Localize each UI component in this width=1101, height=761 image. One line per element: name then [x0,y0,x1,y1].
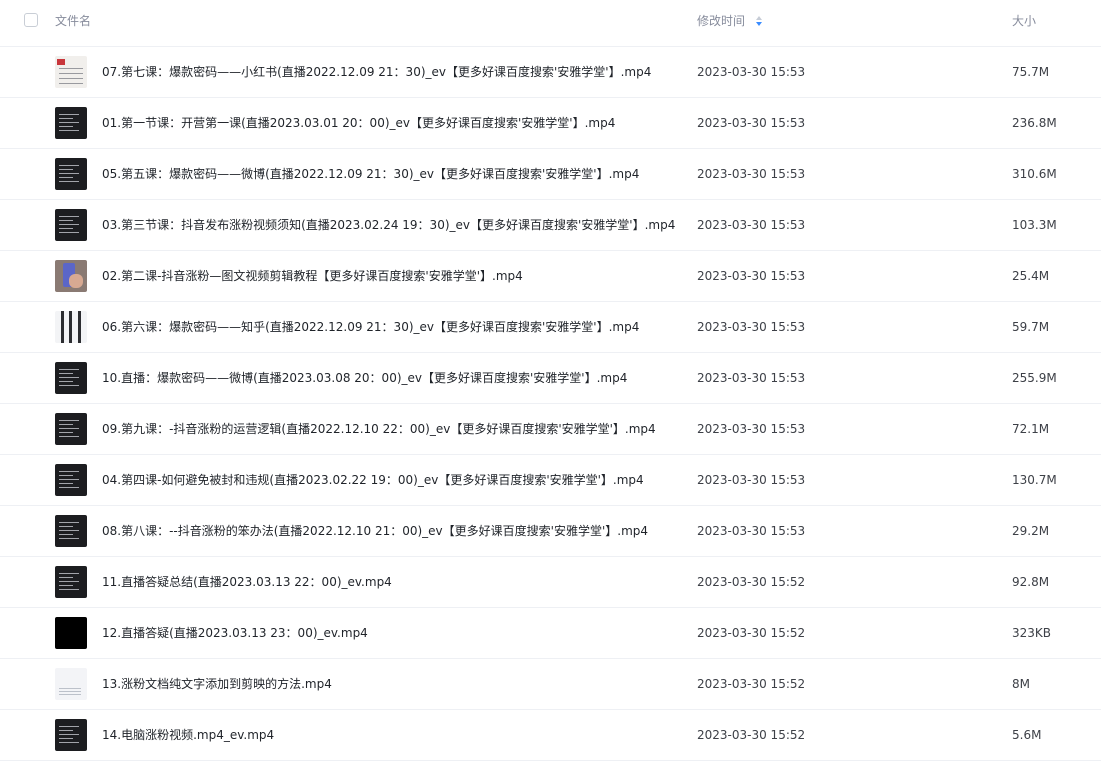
file-modified-time: 2023-03-30 15:52 [697,575,806,589]
video-thumbnail[interactable] [55,464,87,496]
file-name[interactable]: 03.第三节课：抖音发布涨粉视频须知(直播2023.02.24 19：30)_e… [102,217,675,233]
file-row[interactable]: 07.第七课：爆款密码——小红书(直播2022.12.09 21：30)_ev【… [0,47,1101,98]
file-size: 92.8M [1012,575,1050,589]
file-name[interactable]: 05.第五课：爆款密码——微博(直播2022.12.09 21：30)_ev【更… [102,166,639,182]
video-thumbnail[interactable] [55,56,87,88]
file-modified-time: 2023-03-30 15:53 [697,167,806,181]
file-name[interactable]: 08.第八课：--抖音涨粉的笨办法(直播2022.12.10 21：00)_ev… [102,523,648,539]
file-size: 25.4M [1012,269,1050,283]
file-size: 72.1M [1012,422,1050,436]
video-thumbnail[interactable] [55,311,87,343]
video-thumbnail[interactable] [55,566,87,598]
file-size: 236.8M [1012,116,1057,130]
video-thumbnail[interactable] [55,107,87,139]
video-thumbnail[interactable] [55,362,87,394]
file-row[interactable]: 08.第八课：--抖音涨粉的笨办法(直播2022.12.10 21：00)_ev… [0,506,1101,557]
file-modified-time: 2023-03-30 15:53 [697,473,806,487]
column-header-modified-time[interactable]: 修改时间 [697,14,745,28]
file-name[interactable]: 07.第七课：爆款密码——小红书(直播2022.12.09 21：30)_ev【… [102,64,651,80]
file-modified-time: 2023-03-30 15:53 [697,65,806,79]
file-row[interactable]: 11.直播答疑总结(直播2023.03.13 22：00)_ev.mp4 2023… [0,557,1101,608]
file-name[interactable]: 13.涨粉文档纯文字添加到剪映的方法.mp4 [102,676,332,692]
file-row[interactable]: 03.第三节课：抖音发布涨粉视频须知(直播2023.02.24 19：30)_e… [0,200,1101,251]
file-size: 323KB [1012,626,1052,640]
file-row[interactable]: 13.涨粉文档纯文字添加到剪映的方法.mp4 2023-03-30 15:52 8M [0,659,1101,710]
file-name[interactable]: 12.直播答疑(直播2023.03.13 23：00)_ev.mp4 [102,625,368,641]
file-modified-time: 2023-03-30 15:52 [697,677,806,691]
file-name[interactable]: 09.第九课：-抖音涨粉的运营逻辑(直播2022.12.10 22：00)_ev… [102,421,656,437]
file-list: 07.第七课：爆款密码——小红书(直播2022.12.09 21：30)_ev【… [0,47,1101,761]
video-thumbnail[interactable] [55,719,87,751]
column-header-size[interactable]: 大小 [1012,14,1036,28]
video-thumbnail[interactable] [55,668,87,700]
video-thumbnail[interactable] [55,413,87,445]
file-modified-time: 2023-03-30 15:53 [697,422,806,436]
file-modified-time: 2023-03-30 15:52 [697,626,806,640]
file-row[interactable]: 10.直播：爆款密码——微博(直播2023.03.08 20：00)_ev【更多… [0,353,1101,404]
file-name[interactable]: 02.第二课-抖音涨粉—图文视频剪辑教程【更多好课百度搜索'安雅学堂'】.mp4 [102,268,523,284]
file-name[interactable]: 01.第一节课：开营第一课(直播2023.03.01 20：00)_ev【更多好… [102,115,615,131]
file-size: 59.7M [1012,320,1050,334]
file-name[interactable]: 10.直播：爆款密码——微博(直播2023.03.08 20：00)_ev【更多… [102,370,627,386]
file-row[interactable]: 02.第二课-抖音涨粉—图文视频剪辑教程【更多好课百度搜索'安雅学堂'】.mp4… [0,251,1101,302]
file-modified-time: 2023-03-30 15:53 [697,371,806,385]
video-thumbnail[interactable] [55,515,87,547]
video-thumbnail[interactable] [55,209,87,241]
file-size: 29.2M [1012,524,1050,538]
file-size: 8M [1012,677,1030,691]
file-row[interactable]: 04.第四课-如何避免被封和违规(直播2023.02.22 19：00)_ev【… [0,455,1101,506]
file-row[interactable]: 05.第五课：爆款密码——微博(直播2022.12.09 21：30)_ev【更… [0,149,1101,200]
select-all-checkbox[interactable] [24,13,38,27]
file-modified-time: 2023-03-30 15:53 [697,218,806,232]
file-size: 255.9M [1012,371,1057,385]
sort-descending-icon[interactable] [755,15,763,27]
file-name[interactable]: 04.第四课-如何避免被封和违规(直播2023.02.22 19：00)_ev【… [102,472,644,488]
file-size: 310.6M [1012,167,1057,181]
video-thumbnail[interactable] [55,260,87,292]
file-modified-time: 2023-03-30 15:53 [697,116,806,130]
file-modified-time: 2023-03-30 15:53 [697,524,806,538]
file-modified-time: 2023-03-30 15:53 [697,320,806,334]
column-header-name[interactable]: 文件名 [55,14,91,28]
file-row[interactable]: 09.第九课：-抖音涨粉的运营逻辑(直播2022.12.10 22：00)_ev… [0,404,1101,455]
video-thumbnail[interactable] [55,158,87,190]
video-thumbnail[interactable] [55,617,87,649]
file-row[interactable]: 12.直播答疑(直播2023.03.13 23：00)_ev.mp4 2023-0… [0,608,1101,659]
file-row[interactable]: 14.电脑涨粉视频.mp4_ev.mp4 2023-03-30 15:52 5.6M [0,710,1101,761]
file-list-header: 文件名 修改时间 大小 [0,0,1101,47]
file-modified-time: 2023-03-30 15:53 [697,269,806,283]
file-modified-time: 2023-03-30 15:52 [697,728,806,742]
file-size: 103.3M [1012,218,1057,232]
file-name[interactable]: 11.直播答疑总结(直播2023.03.13 22：00)_ev.mp4 [102,574,392,590]
file-row[interactable]: 01.第一节课：开营第一课(直播2023.03.01 20：00)_ev【更多好… [0,98,1101,149]
file-row[interactable]: 06.第六课：爆款密码——知乎(直播2022.12.09 21：30)_ev【更… [0,302,1101,353]
file-size: 75.7M [1012,65,1050,79]
file-name[interactable]: 14.电脑涨粉视频.mp4_ev.mp4 [102,727,274,743]
file-size: 130.7M [1012,473,1057,487]
file-name[interactable]: 06.第六课：爆款密码——知乎(直播2022.12.09 21：30)_ev【更… [102,319,639,335]
file-size: 5.6M [1012,728,1042,742]
